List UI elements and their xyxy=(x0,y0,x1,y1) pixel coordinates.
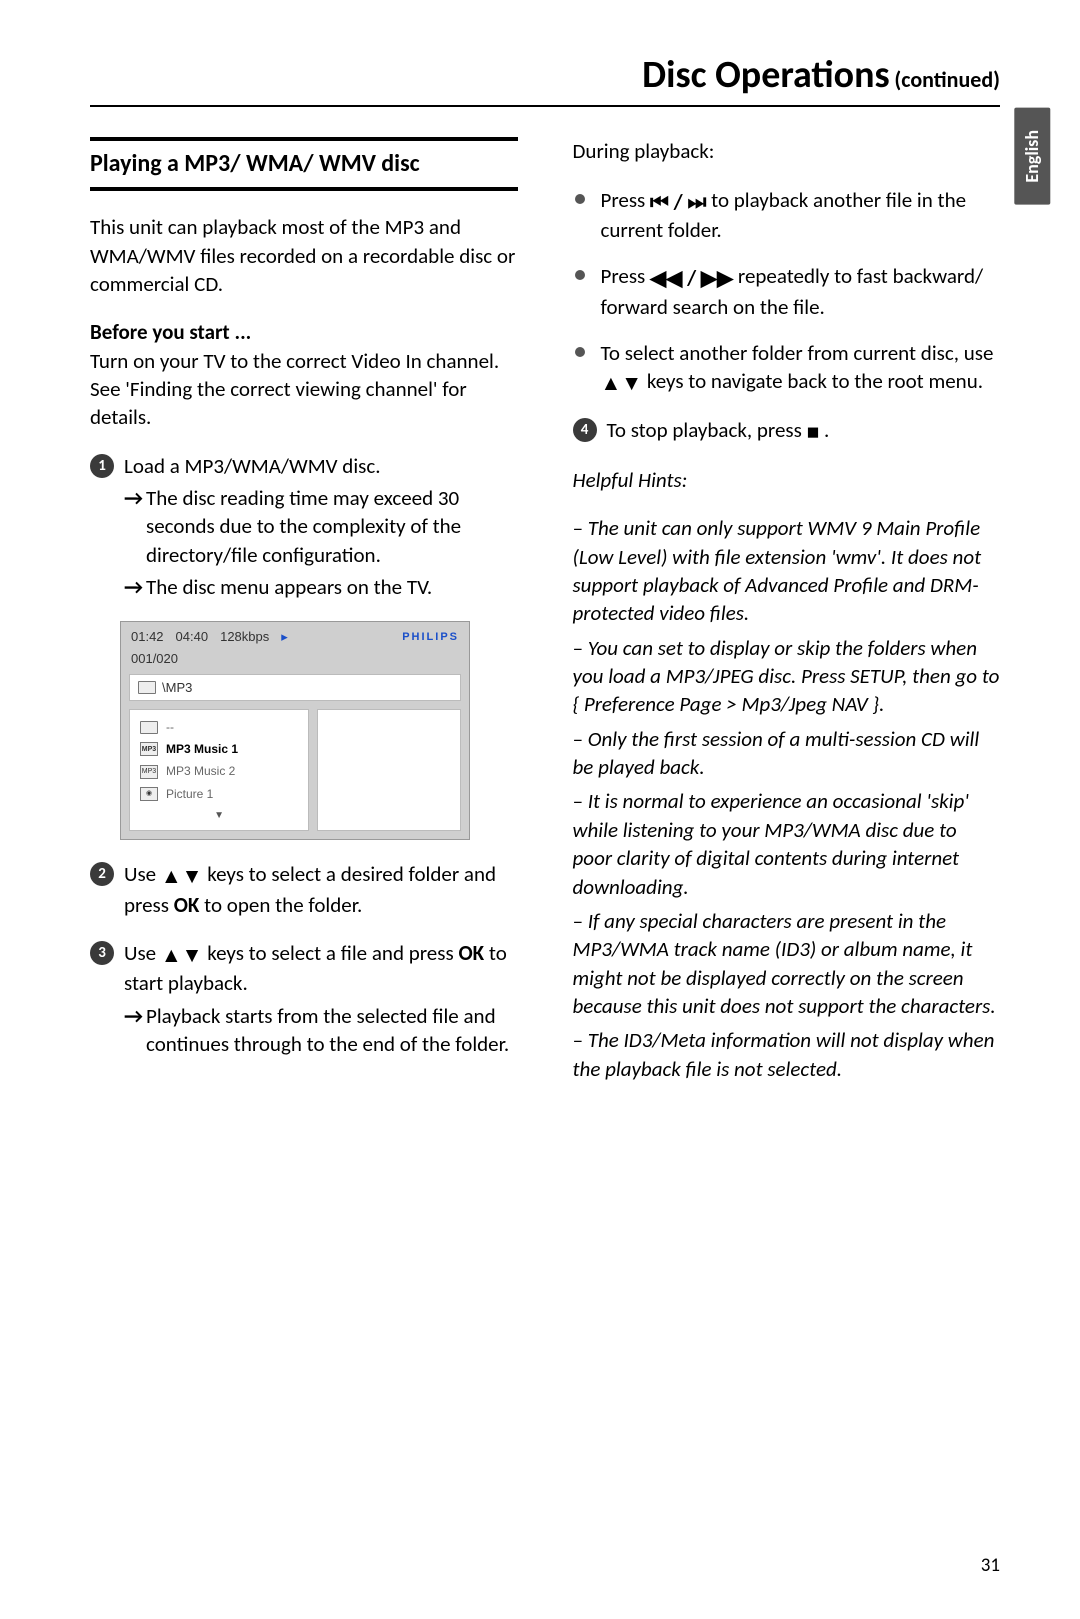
row-dash: -- xyxy=(166,719,174,735)
folder-icon xyxy=(138,681,156,694)
dm-preview-pane xyxy=(317,709,461,831)
left-column: Playing a MP3/ WMA/ WMV disc This unit c… xyxy=(90,137,518,1089)
page-title: Disc Operations (continued) xyxy=(90,50,1000,107)
step-number-4: 4 xyxy=(573,418,597,442)
up-down-icon: ▲▼ xyxy=(161,862,203,890)
during-playback: During playback: xyxy=(573,137,1001,165)
bullet-1: Press ⏮ / ⏭ to playback another file in … xyxy=(573,186,1001,245)
language-tab: English xyxy=(1014,108,1050,205)
step-number-2: 2 xyxy=(90,862,114,886)
rew-ffwd-icon: ◀◀ / ▶▶ xyxy=(650,264,733,292)
step-4: 4 To stop playback, press ■ . xyxy=(573,416,1001,446)
right-column: During playback: Press ⏮ / ⏭ to playback… xyxy=(573,137,1001,1089)
bullet-3: To select another folder from current di… xyxy=(573,339,1001,398)
row1: MP3 Music 1 xyxy=(166,741,238,757)
dm-file-list: -- MP3 MP3 Music 1 MP3 MP3 Music 2 ◉ Pictur… xyxy=(129,709,309,831)
s3b: keys to select a file and press xyxy=(207,940,458,966)
disc-menu-illustration: 01:42 04:40 128kbps ▸ PHILIPS 001/020 \M… xyxy=(120,621,470,840)
section-heading: Playing a MP3/ WMA/ WMV disc xyxy=(90,137,518,191)
b3b: keys to navigate back to the root menu. xyxy=(647,368,983,394)
step3-arrow: Playback starts from the selected file a… xyxy=(124,1002,518,1059)
s4b: . xyxy=(824,417,829,443)
before-you-start: Before you start ... Turn on your TV to … xyxy=(90,318,518,431)
bullet-icon xyxy=(575,347,585,357)
before-label: Before you start ... xyxy=(90,319,251,345)
before-text: Turn on your TV to the correct Video In … xyxy=(90,348,499,431)
mp3-icon: MP3 xyxy=(140,742,158,756)
b3a: To select another folder from current di… xyxy=(601,340,994,366)
step1-arrow2: The disc menu appears on the TV. xyxy=(124,573,518,601)
bullet-icon xyxy=(575,194,585,204)
s3a: Use xyxy=(124,940,161,966)
up-down-icon: ▲▼ xyxy=(161,941,203,969)
up-down-icon: ▲▼ xyxy=(601,369,643,397)
step-number-3: 3 xyxy=(90,941,114,965)
hint-1: – The unit can only support WMV 9 Main P… xyxy=(573,514,1001,627)
step-2: 2 Use ▲▼ keys to select a desired folder… xyxy=(90,860,518,919)
folder-icon xyxy=(140,721,158,734)
mp3-icon: MP3 xyxy=(140,765,158,779)
title-main: Disc Operations xyxy=(642,52,889,98)
b2a: Press xyxy=(601,263,651,289)
step-number-1: 1 xyxy=(90,454,114,478)
hints-heading: Helpful Hints: xyxy=(573,466,1001,494)
s2ok: OK xyxy=(174,892,200,918)
s4a: To stop playback, press xyxy=(607,417,807,443)
b1a: Press xyxy=(601,187,651,213)
row2: MP3 Music 2 xyxy=(166,763,235,779)
picture-icon: ◉ xyxy=(140,787,158,801)
hint-2: – You can set to display or skip the fol… xyxy=(573,634,1001,719)
hint-5: – If any special characters are present … xyxy=(573,907,1001,1020)
dm-total: 04:40 xyxy=(176,628,209,646)
dm-count: 001/020 xyxy=(121,650,469,674)
stop-icon: ■ xyxy=(807,418,820,446)
hints-block: – The unit can only support WMV 9 Main P… xyxy=(573,514,1001,1083)
step-1: 1 Load a MP3/WMA/WMV disc. The disc read… xyxy=(90,452,518,602)
hint-6: – The ID3/Meta information will not disp… xyxy=(573,1026,1001,1083)
step1-text: Load a MP3/WMA/WMV disc. xyxy=(124,452,518,480)
intro-text: This unit can playback most of the MP3 a… xyxy=(90,213,518,298)
s2a: Use xyxy=(124,861,161,887)
title-suffix: (continued) xyxy=(894,66,1000,93)
dm-elapsed: 01:42 xyxy=(131,628,164,646)
s3ok: OK xyxy=(458,940,484,966)
bullet-2: Press ◀◀ / ▶▶ repeatedly to fast backwar… xyxy=(573,262,1001,321)
step1-arrow1: The disc reading time may exceed 30 seco… xyxy=(124,484,518,569)
page-number: 31 xyxy=(981,1553,1000,1579)
hint-3: – Only the first session of a multi-sess… xyxy=(573,725,1001,782)
dm-brand: PHILIPS xyxy=(402,630,459,645)
s2c: to open the folder. xyxy=(204,892,362,918)
step-3: 3 Use ▲▼ keys to select a file and press… xyxy=(90,939,518,1058)
row3: Picture 1 xyxy=(166,786,213,802)
dm-bitrate: 128kbps xyxy=(220,628,269,646)
hint-4: – It is normal to experience an occasion… xyxy=(573,787,1001,900)
dm-path-bar: \MP3 xyxy=(129,674,461,702)
bullet-icon xyxy=(575,270,585,280)
dm-path: \MP3 xyxy=(162,679,192,697)
prev-next-track-icon: ⏮ / ⏭ xyxy=(650,188,706,216)
play-icon: ▸ xyxy=(281,628,288,646)
scroll-down-icon: ▼ xyxy=(134,805,304,823)
